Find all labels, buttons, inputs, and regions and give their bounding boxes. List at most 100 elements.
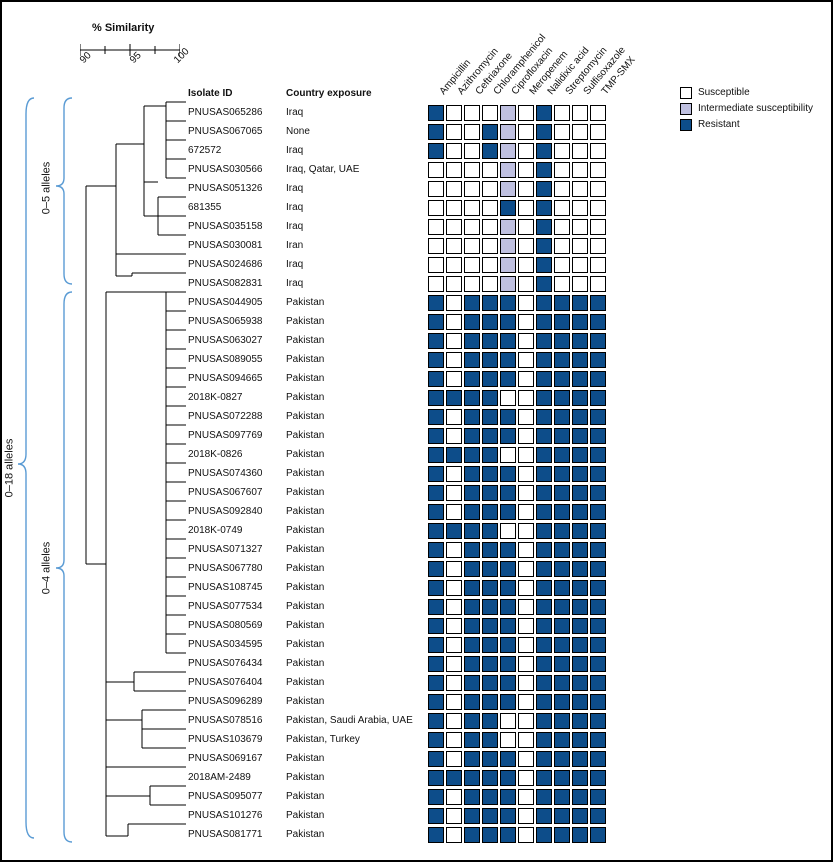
heatmap-cell (572, 428, 588, 444)
heatmap-cell (572, 124, 588, 140)
heatmap-cell (518, 770, 534, 786)
heatmap-cell (572, 447, 588, 463)
heatmap-cell (428, 181, 444, 197)
country-exposure: Pakistan (286, 335, 426, 346)
heatmap-cell (446, 314, 462, 330)
heatmap-cell (500, 770, 516, 786)
isolate-id: PNUSAS072288 (188, 411, 286, 422)
country-exposure: Pakistan (286, 487, 426, 498)
heatmap-cell (572, 808, 588, 824)
brace-label-bottom: 0–4 alleles (40, 542, 52, 595)
heatmap-cells (428, 162, 606, 178)
heatmap-cell (518, 561, 534, 577)
heatmap-cell (500, 105, 516, 121)
heatmap-cell (500, 257, 516, 273)
table-row: PNUSAS101276Pakistan (188, 806, 666, 825)
heatmap-cell (446, 732, 462, 748)
heatmap-cells (428, 409, 606, 425)
heatmap-cell (446, 276, 462, 292)
heatmap-cell (590, 314, 606, 330)
heatmap-cell (518, 143, 534, 159)
heatmap-cell (554, 485, 570, 501)
heatmap-cell (446, 143, 462, 159)
legend-swatch-intermediate (680, 103, 692, 115)
heatmap-cell (518, 352, 534, 368)
heatmap-cell (446, 618, 462, 634)
country-exposure: Pakistan, Turkey (286, 734, 426, 745)
heatmap-cell (482, 789, 498, 805)
country-exposure: Pakistan (286, 753, 426, 764)
heatmap-cell (554, 751, 570, 767)
country-exposure: Pakistan (286, 525, 426, 536)
table-row: 2018K-0827Pakistan (188, 388, 666, 407)
heatmap-cell (500, 713, 516, 729)
table-row: PNUSAS076434Pakistan (188, 654, 666, 673)
heatmap-cell (482, 656, 498, 672)
heatmap-cell (536, 504, 552, 520)
heatmap-cell (428, 713, 444, 729)
heatmap-cell (554, 675, 570, 691)
heatmap-cells (428, 770, 606, 786)
heatmap-cell (536, 656, 552, 672)
heatmap-cell (572, 770, 588, 786)
heatmap-cell (590, 200, 606, 216)
heatmap-cells (428, 295, 606, 311)
heatmap-cell (554, 466, 570, 482)
heatmap-cells (428, 656, 606, 672)
country-exposure: Iraq (286, 183, 426, 194)
heatmap-cell (554, 371, 570, 387)
heatmap-cell (500, 675, 516, 691)
heatmap-cell (572, 827, 588, 843)
country-exposure: Pakistan (286, 772, 426, 783)
heatmap-cell (446, 808, 462, 824)
heatmap-cell (482, 580, 498, 596)
heatmap-cell (428, 276, 444, 292)
country-exposure: Pakistan (286, 373, 426, 384)
heatmap-cells (428, 314, 606, 330)
heatmap-cell (554, 561, 570, 577)
heatmap-cell (554, 523, 570, 539)
heatmap-cell (536, 485, 552, 501)
heatmap-cell (428, 200, 444, 216)
heatmap-cell (500, 181, 516, 197)
country-exposure: Pakistan (286, 582, 426, 593)
isolate-id: 2018AM-2489 (188, 772, 286, 783)
heatmap-cell (482, 428, 498, 444)
isolate-id: PNUSAS094665 (188, 373, 286, 384)
heatmap-cell (482, 485, 498, 501)
heatmap-cell (500, 580, 516, 596)
heatmap-cell (536, 789, 552, 805)
country-exposure: Pakistan (286, 411, 426, 422)
heatmap-cell (536, 618, 552, 634)
legend-swatch-resistant (680, 119, 692, 131)
heatmap-cell (536, 314, 552, 330)
heatmap-cell (518, 523, 534, 539)
heatmap-cell (500, 390, 516, 406)
heatmap-cell (482, 504, 498, 520)
heatmap-cells (428, 257, 606, 273)
heatmap-cell (536, 390, 552, 406)
heatmap-cell (536, 675, 552, 691)
heatmap-cell (428, 827, 444, 843)
heatmap-cell (572, 409, 588, 425)
country-exposure: Iraq (286, 259, 426, 270)
heatmap-cell (428, 618, 444, 634)
heatmap-cell (518, 181, 534, 197)
heatmap-cell (518, 466, 534, 482)
heatmap-cells (428, 580, 606, 596)
heatmap-cell (464, 808, 480, 824)
legend-swatch-susceptible (680, 87, 692, 99)
heatmap-cell (464, 105, 480, 121)
table-row: PNUSAS077534Pakistan (188, 597, 666, 616)
heatmap-cell (572, 485, 588, 501)
heatmap-cell (500, 276, 516, 292)
heatmap-cell (554, 447, 570, 463)
heatmap-cell (572, 675, 588, 691)
heatmap-cell (554, 352, 570, 368)
table-row: PNUSAS074360Pakistan (188, 464, 666, 483)
country-exposure: Pakistan (286, 563, 426, 574)
heatmap-cell (464, 333, 480, 349)
heatmap-cell (446, 789, 462, 805)
heatmap-cell (572, 580, 588, 596)
heatmap-cell (554, 542, 570, 558)
